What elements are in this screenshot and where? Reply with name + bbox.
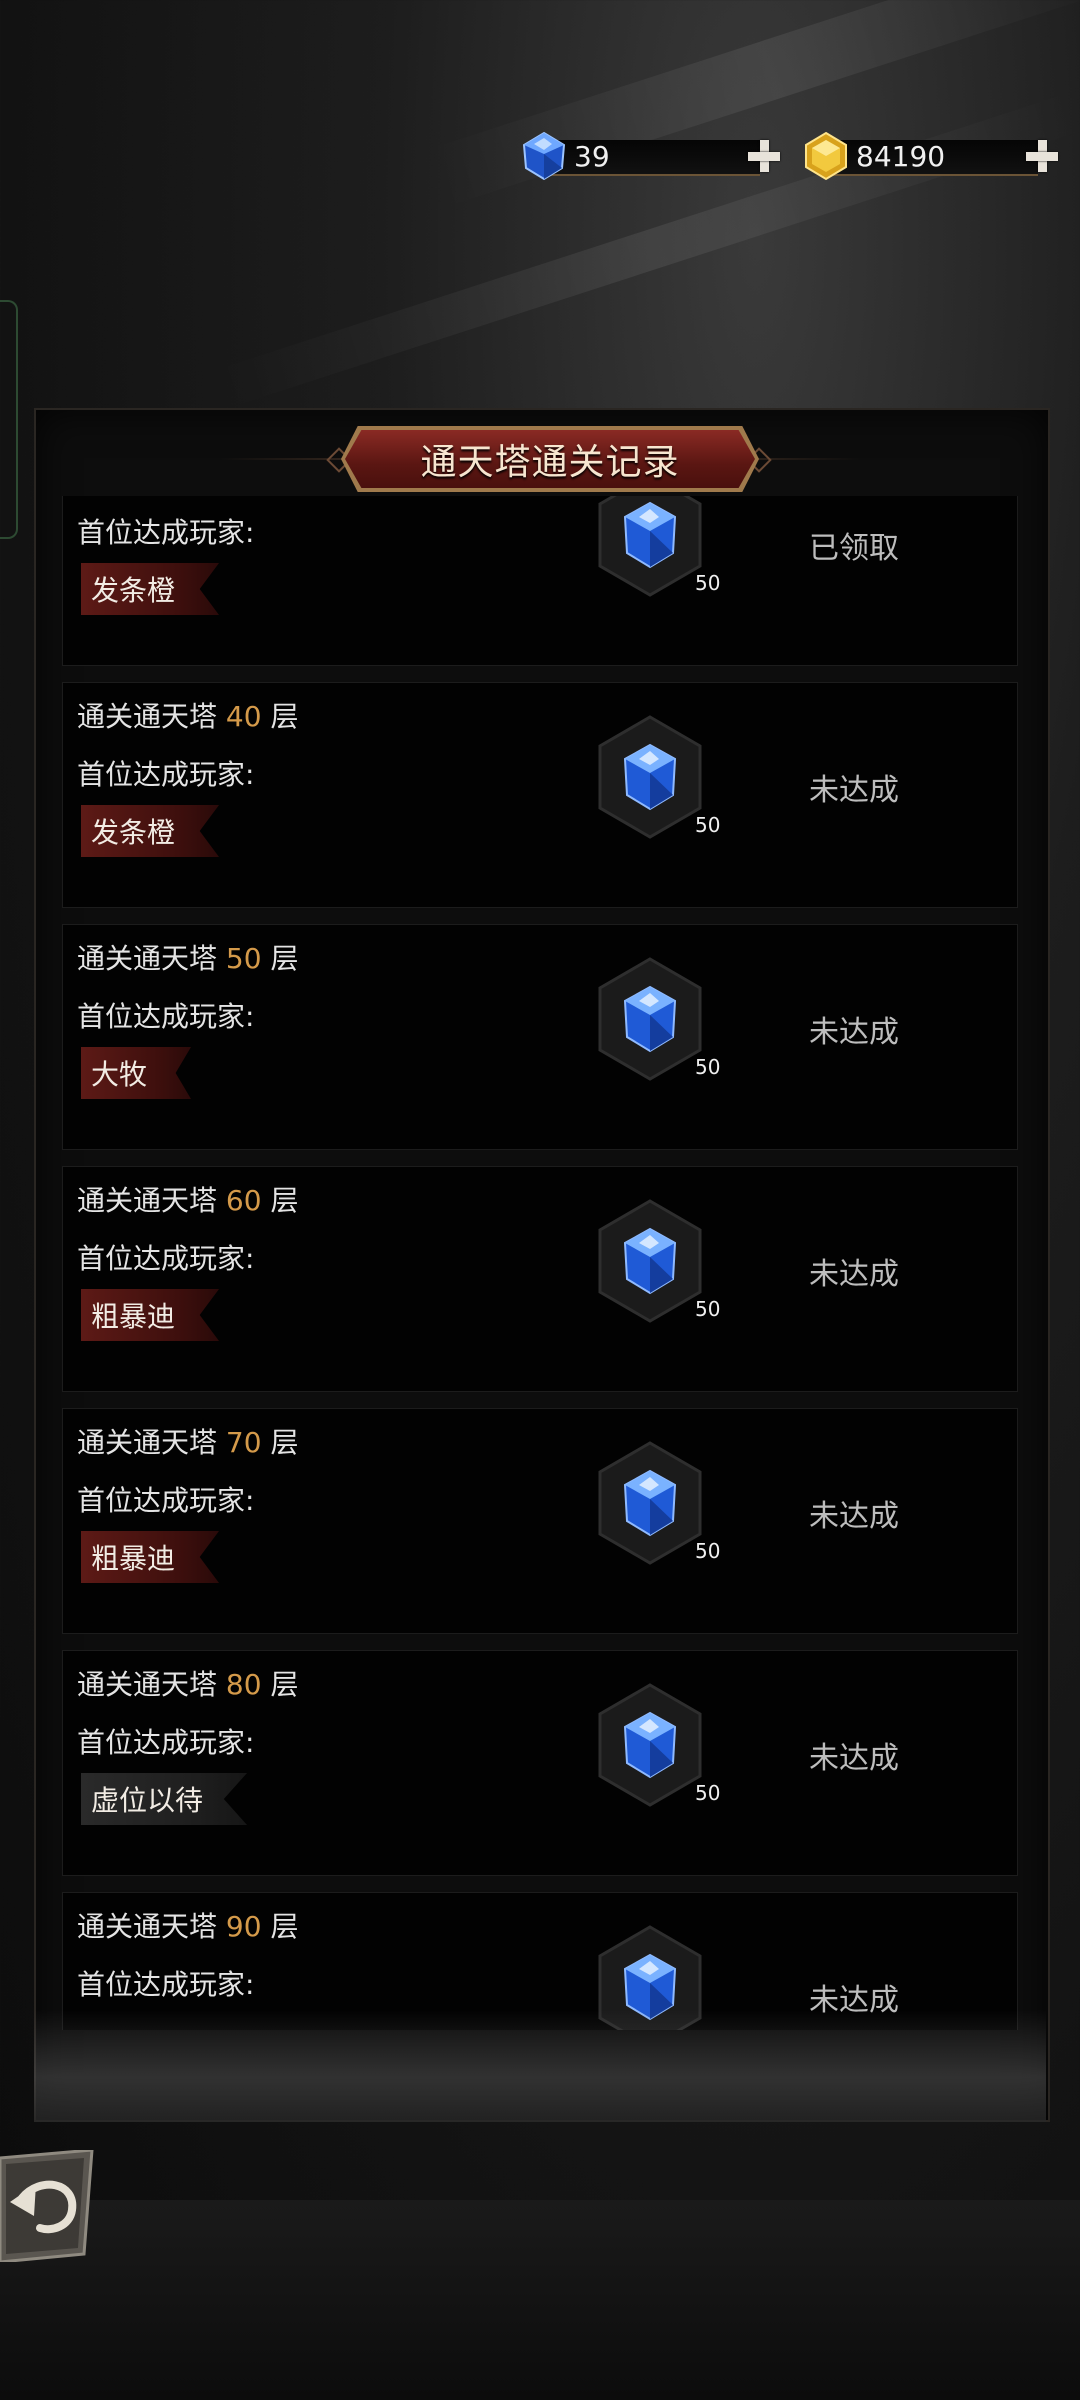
floor-number: 60 (225, 1184, 262, 1217)
reward-count: 50 (695, 813, 721, 837)
player-name-ribbon: 粗暴迪 (81, 1531, 220, 1583)
reward-gem-icon (598, 1199, 702, 1323)
floor-number: 70 (225, 1426, 262, 1459)
claim-status: 未达成 (809, 1257, 899, 1292)
reward-count: 50 (695, 571, 721, 595)
first-achiever-label: 首位达成玩家: (77, 1968, 255, 2001)
claim-status: 未达成 (809, 773, 899, 808)
first-achiever-label: 首位达成玩家: (77, 516, 255, 549)
ground (0, 2200, 1080, 2400)
record-floor-title: 通关通天塔 40 层 (77, 700, 299, 733)
reward-count: 50 (695, 1781, 721, 1805)
record-row: 通关通天塔 30 层首位达成玩家:发条橙50已领取 (62, 496, 1018, 666)
blue-gem-icon (522, 131, 566, 181)
reward-gem-icon (598, 1925, 702, 2030)
reward-gem-icon (598, 1683, 702, 1807)
floor-number: 50 (225, 942, 262, 975)
panel-title: 通天塔通关记录 (420, 442, 680, 483)
add-gems-button[interactable] (744, 136, 784, 176)
reward-item[interactable]: 50 (595, 1199, 720, 1323)
add-gold-button[interactable] (1022, 136, 1062, 176)
reward-item[interactable]: 50 (595, 1441, 720, 1565)
reward-item[interactable]: 50 (595, 496, 720, 597)
gold-gem-icon (805, 131, 847, 181)
claim-status: 已领取 (809, 531, 899, 566)
reward-item[interactable] (595, 1925, 705, 2030)
gem-amount: 39 (574, 139, 610, 173)
record-floor-title: 通关通天塔 70 层 (77, 1426, 299, 1459)
reward-gem-icon (598, 1441, 702, 1565)
first-achiever-label: 首位达成玩家: (77, 1242, 255, 1275)
record-floor-title: 通关通天塔 90 层 (77, 1910, 299, 1943)
record-row: 通关通天塔 60 层首位达成玩家: 粗暴迪 50 未达成 (62, 1166, 1018, 1392)
reward-count: 50 (695, 1297, 721, 1321)
claim-status: 未达成 (809, 1741, 899, 1776)
records-list[interactable]: 通关通天塔 30 层首位达成玩家:发条橙50已领取通关通天塔 40 层首位达成玩… (62, 496, 1018, 2030)
claim-status: 未达成 (809, 1499, 899, 1534)
back-button[interactable] (0, 2150, 100, 2262)
reward-count: 50 (695, 1055, 721, 1079)
player-name-ribbon: 虚位以待 (81, 1773, 248, 1825)
title-banner: 通天塔通关记录 (345, 430, 755, 488)
reward-item[interactable]: 50 (595, 715, 720, 839)
reward-gem-icon (598, 715, 702, 839)
gold-currency: 84190 (800, 130, 1058, 182)
record-row: 通关通天塔 40 层首位达成玩家: 发条橙 50 未达成 (62, 682, 1018, 908)
player-name-ribbon: 发条橙 (81, 805, 220, 857)
reward-count: 50 (695, 1539, 721, 1563)
record-row: 通关通天塔 80 层首位达成玩家: 虚位以待 50 未达成 (62, 1650, 1018, 1876)
claim-status: 未达成 (809, 1015, 899, 1050)
reward-gem-icon (598, 957, 702, 1081)
first-achiever-label: 首位达成玩家: (77, 1484, 255, 1517)
record-floor-title: 通关通天塔 60 层 (77, 1184, 299, 1217)
reward-item[interactable]: 50 (595, 957, 720, 1081)
player-name-ribbon: 发条橙 (81, 563, 220, 615)
reward-item[interactable]: 50 (595, 1683, 720, 1807)
first-achiever-label: 首位达成玩家: (77, 1726, 255, 1759)
first-achiever-label: 首位达成玩家: (77, 1000, 255, 1033)
reward-gem-icon (598, 496, 702, 597)
player-name-ribbon: 粗暴迪 (81, 1289, 220, 1341)
gold-amount: 84190 (856, 139, 946, 173)
player-name-ribbon: 大牧 (81, 1047, 192, 1099)
gem-currency: 39 (518, 130, 780, 182)
record-row: 通关通天塔 90 层首位达成玩家: 未达成 (62, 1892, 1018, 2030)
claim-status: 未达成 (809, 1983, 899, 2018)
floor-number: 80 (225, 1668, 262, 1701)
floor-number: 90 (225, 1910, 262, 1943)
first-achiever-label: 首位达成玩家: (77, 758, 255, 791)
floor-number: 40 (225, 700, 262, 733)
record-row: 通关通天塔 50 层首位达成玩家: 大牧 50 未达成 (62, 924, 1018, 1150)
record-floor-title: 通关通天塔 50 层 (77, 942, 299, 975)
side-tab[interactable] (0, 300, 18, 539)
record-floor-title: 通关通天塔 80 层 (77, 1668, 299, 1701)
record-row: 通关通天塔 70 层首位达成玩家: 粗暴迪 50 未达成 (62, 1408, 1018, 1634)
